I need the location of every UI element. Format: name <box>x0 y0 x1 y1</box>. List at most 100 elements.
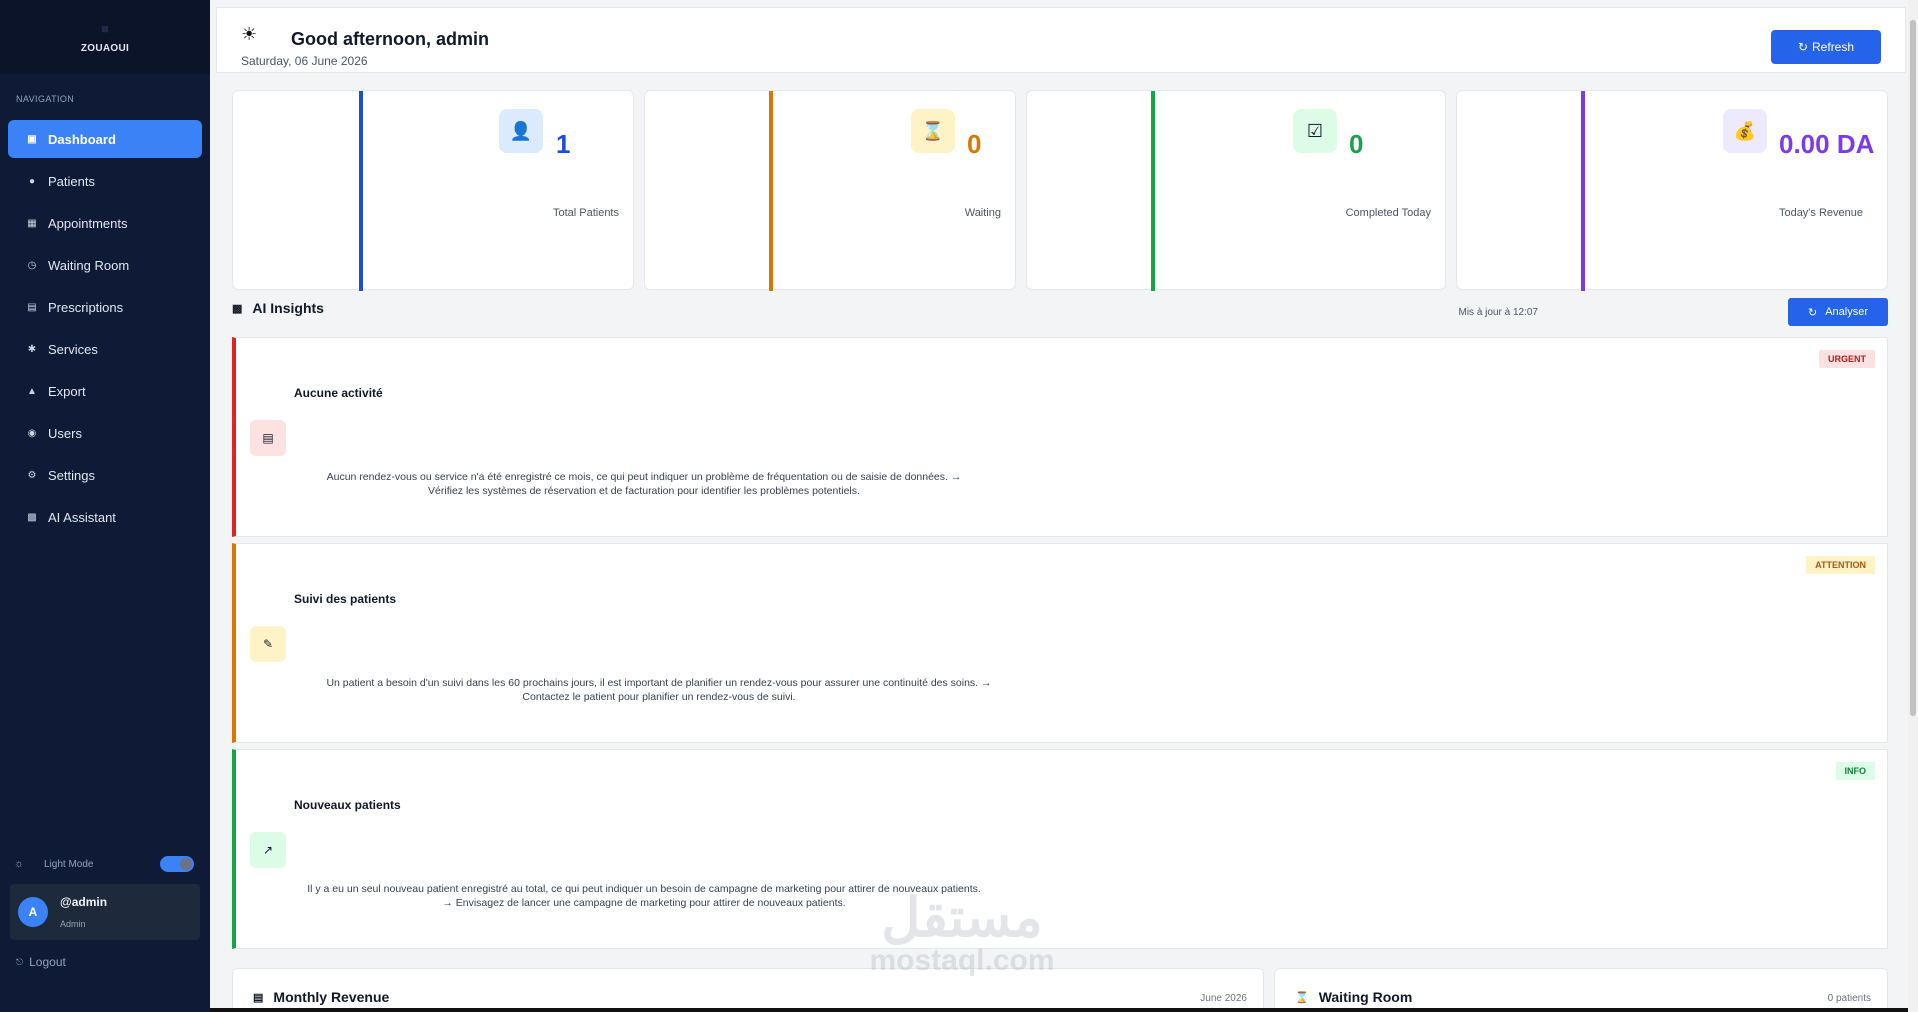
stat-card-total-patients: 👤 1 Total Patients <box>232 90 634 291</box>
gear-icon: ⚙ <box>27 469 37 481</box>
bar-chart-icon: ▤ <box>250 420 286 456</box>
sidebar-item-label: Appointments <box>48 215 128 231</box>
nav-heading: NAVIGATION <box>16 94 75 104</box>
insight-title: Suivi des patients <box>294 592 397 606</box>
sidebar-item-label: Dashboard <box>48 131 116 147</box>
user-role: Admin <box>60 919 86 929</box>
sidebar-item-label: Prescriptions <box>48 299 124 315</box>
insight-title: Aucune activité <box>294 386 383 400</box>
bottom-strip <box>210 1008 1908 1012</box>
logout-link[interactable]: ⎋ Logout <box>16 955 66 969</box>
avatar: A <box>18 897 48 927</box>
sidebar-item-label: Export <box>48 383 86 399</box>
user-card[interactable]: A @admin Admin <box>10 884 200 940</box>
stat-card-completed-today: ☑ 0 Completed Today <box>1026 90 1446 291</box>
scrollbar[interactable] <box>1908 0 1918 1012</box>
refresh-button[interactable]: ↻ Refresh <box>1771 30 1881 64</box>
hourglass-icon: ⌛ <box>911 109 955 153</box>
money-bag-icon: 💰 <box>1723 109 1767 153</box>
stat-value: 1 <box>556 129 571 159</box>
current-date: Saturday, 06 June 2026 <box>241 54 368 68</box>
stat-value: 0.00 DA <box>1779 129 1875 159</box>
sidebar-item-export[interactable]: ▲ Export <box>8 372 202 410</box>
status-badge: INFO <box>1835 762 1875 780</box>
toggle-knob <box>180 858 192 870</box>
hourglass-icon: ⌛ <box>1295 991 1309 1004</box>
sidebar-item-services[interactable]: ✱ Services <box>8 330 202 368</box>
insight-title: Nouveaux patients <box>294 798 401 812</box>
services-icon: ✱ <box>27 343 37 355</box>
chart-icon: ▤ <box>253 991 264 1004</box>
prescription-icon: ▤ <box>27 301 37 313</box>
ai-insights-title: AI Insights <box>252 300 324 316</box>
sidebar-item-users[interactable]: ◉ Users <box>8 414 202 452</box>
status-badge: URGENT <box>1819 350 1875 368</box>
ai-insights-heading: ▩ AI Insights <box>232 300 324 316</box>
theme-toggle[interactable] <box>160 856 194 872</box>
sidebar-item-label: Patients <box>48 173 95 189</box>
insight-card-attention: ATTENTION Suivi des patients ✎ Un patien… <box>232 543 1888 743</box>
stat-value: 0 <box>1349 129 1364 159</box>
insight-card-urgent: URGENT Aucune activité ▤ Aucun rendez-vo… <box>232 337 1888 537</box>
dashboard-icon: ▣ <box>27 133 37 145</box>
check-icon: ☑ <box>1293 109 1337 153</box>
sun-icon: ☼ <box>14 858 25 870</box>
person-icon: ● <box>28 175 36 187</box>
mode-label: Light Mode <box>44 858 94 870</box>
robot-icon: ▩ <box>232 302 243 315</box>
header: ☀ Good afternoon, admin Saturday, 06 Jun… <box>216 7 1906 73</box>
stat-accent-bar <box>1151 91 1155 291</box>
memo-icon: ✎ <box>250 626 286 662</box>
analyse-label: Analyser <box>1825 306 1868 318</box>
users-icon: ◉ <box>27 427 37 439</box>
waiting-room-title: Waiting Room <box>1318 989 1413 1005</box>
stat-value: 0 <box>967 129 982 159</box>
robot-icon: ▩ <box>27 511 37 523</box>
sidebar-item-label: AI Assistant <box>48 509 116 525</box>
stat-accent-bar <box>769 91 773 291</box>
stat-accent-bar <box>359 91 363 291</box>
watermark: مستقل mostaql.com <box>842 890 1082 976</box>
stat-label: Today's Revenue <box>1778 207 1863 219</box>
sidebar-item-label: Waiting Room <box>48 257 130 273</box>
sidebar-item-label: Services <box>48 341 98 357</box>
monthly-revenue-period: June 2026 <box>1200 993 1247 1004</box>
analyse-button[interactable]: ↻ Analyser <box>1788 298 1888 326</box>
insight-recommendation: Contactez le patient pour planifier un r… <box>522 691 796 703</box>
logout-icon: ⎋ <box>16 956 24 967</box>
insight-description: Aucun rendez-vous ou service n'a été enr… <box>294 470 994 498</box>
refresh-label: Refresh <box>1812 40 1855 54</box>
monthly-revenue-card: ▤ Monthly Revenue June 2026 <box>232 968 1264 1012</box>
stat-card-waiting: ⌛ 0 Waiting <box>644 90 1016 291</box>
waiting-room-count: 0 patients <box>1827 993 1871 1004</box>
mode-row: ☼ Light Mode <box>0 852 210 876</box>
stat-label: Completed Today <box>1345 207 1431 219</box>
sidebar-item-appointments[interactable]: ▦ Appointments <box>8 204 202 242</box>
sidebar-item-dashboard[interactable]: ▣ Dashboard <box>8 120 202 158</box>
watermark-arabic: مستقل <box>881 888 1043 948</box>
logout-label: Logout <box>29 955 66 969</box>
sidebar-item-prescriptions[interactable]: ▤ Prescriptions <box>8 288 202 326</box>
brand-name: ZOUAOUI <box>80 42 130 54</box>
sidebar-item-waiting-room[interactable]: ◷ Waiting Room <box>8 246 202 284</box>
user-name: @admin <box>60 895 108 909</box>
stat-label: Waiting <box>964 207 1001 219</box>
brand-logo-icon: ■ <box>101 20 109 36</box>
calendar-icon: ▦ <box>27 217 37 229</box>
sidebar-item-patients[interactable]: ● Patients <box>8 162 202 200</box>
sidebar-item-settings[interactable]: ⚙ Settings <box>8 456 202 494</box>
scrollbar-thumb[interactable] <box>1910 20 1916 716</box>
sidebar-item-ai-assistant[interactable]: ▩ AI Assistant <box>8 498 202 536</box>
sun-icon: ☀ <box>241 24 258 44</box>
insight-recommendation: Vérifiez les systèmes de réservation et … <box>428 485 860 497</box>
person-icon: 👤 <box>499 109 543 153</box>
ai-updated-time: Mis à jour à 12:07 <box>1458 307 1539 318</box>
sidebar-item-label: Settings <box>48 467 95 483</box>
stat-card-todays-revenue: 💰 0.00 DA Today's Revenue <box>1456 90 1888 291</box>
insight-text: Un patient a besoin d'un suivi dans les … <box>326 677 992 689</box>
brand: ■ ZOUAOUI <box>0 0 210 74</box>
stat-accent-bar <box>1581 91 1585 291</box>
watermark-latin: mostaql.com <box>869 944 1055 977</box>
insight-text: Aucun rendez-vous ou service n'a été enr… <box>326 471 962 483</box>
stat-label: Total Patients <box>552 207 619 219</box>
